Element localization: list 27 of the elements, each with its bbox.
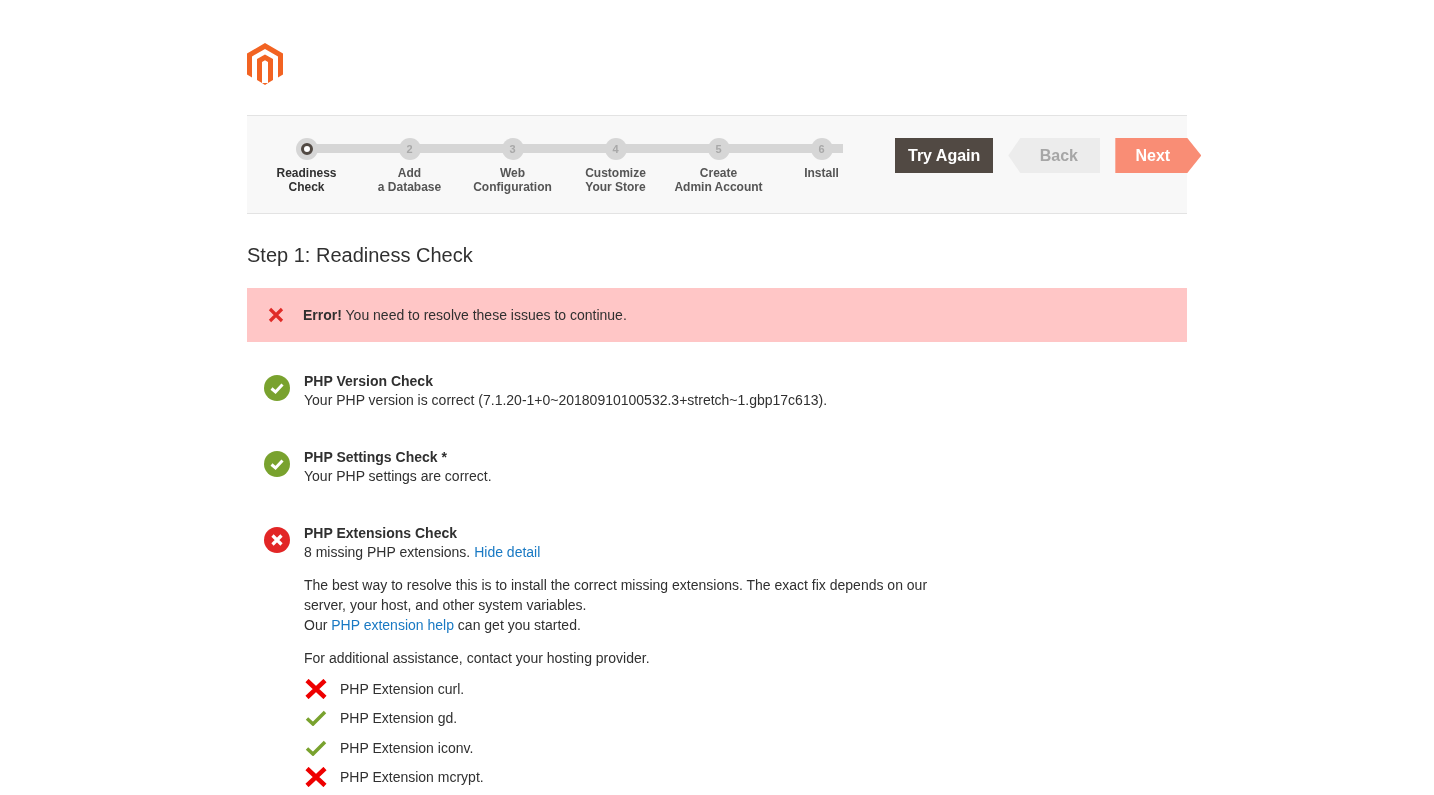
- step-label: Customize Your Store: [585, 166, 646, 194]
- check-message: Your PHP version is correct (7.1.20-1+0~20180910100532.3+stretch~1.gbp17c613).: [304, 392, 828, 408]
- hide-detail-link[interactable]: Hide detail: [474, 544, 541, 560]
- check-title: PHP Version Check: [304, 372, 434, 391]
- extension-name: PHP Extension iconv.: [340, 739, 474, 756]
- php-extension-help-link[interactable]: PHP extension help: [331, 617, 454, 633]
- extension-name: PHP Extension mcrypt.: [340, 769, 484, 786]
- check-message: Your PHP settings are correct.: [304, 468, 492, 484]
- error-message: Error! You need to resolve these issues to continue.: [303, 307, 627, 323]
- step-label: Add a Database: [377, 166, 442, 194]
- check-message: 8 missing PHP extensions.: [304, 544, 471, 560]
- check-title: PHP Settings Check *: [304, 448, 448, 467]
- step-label: Install: [804, 166, 839, 180]
- logo-icon: [247, 43, 283, 85]
- current-step-icon: [300, 143, 313, 155]
- step-label: Readiness Check: [276, 166, 337, 194]
- extension-name: PHP Extension curl.: [340, 680, 465, 697]
- check-title: PHP Extensions Check: [304, 524, 459, 543]
- page-title: Step 1: Readiness Check: [247, 244, 474, 267]
- help-sentence: Our PHP extension help can get you started.: [304, 616, 582, 635]
- resolution-paragraph: The best way to resolve this is to install the correct missing extensions. The exact fix depends on our server, your host, and other system variables.: [304, 576, 929, 615]
- step-label: Create Admin Account: [674, 166, 763, 194]
- try-again-button[interactable]: Try Again: [895, 138, 994, 173]
- extension-name: PHP Extension gd.: [340, 710, 458, 727]
- step-label: Web Configuration: [473, 166, 552, 194]
- assistance-text: For additional assistance, contact your hosting provider.: [304, 649, 651, 668]
- error-cross-icon: [268, 307, 284, 323]
